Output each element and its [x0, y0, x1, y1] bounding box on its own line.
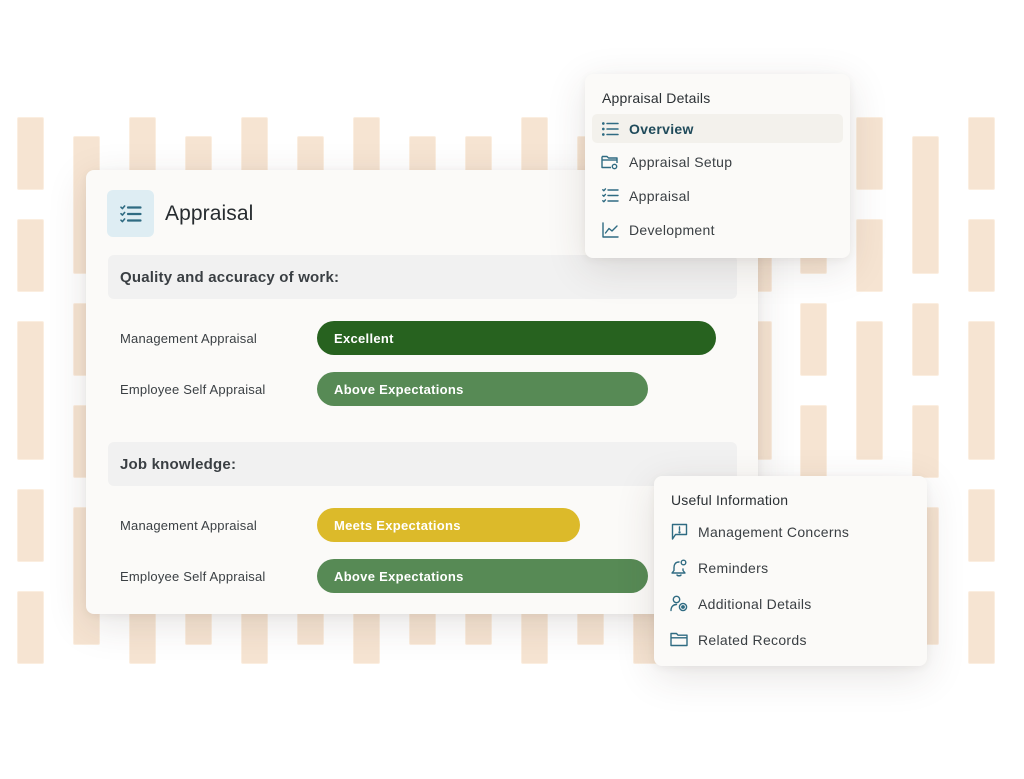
list-icon [601, 120, 619, 138]
background-bar [968, 321, 995, 460]
menu-item-overview[interactable]: Overview [592, 114, 843, 143]
menu-item-reminders[interactable]: Reminders [661, 553, 920, 582]
rating-row: Management Appraisal Meets Expectations [120, 508, 580, 542]
background-bar [17, 219, 44, 292]
rating-label: Employee Self Appraisal [120, 568, 266, 584]
message-alert-icon [670, 523, 688, 541]
checklist-icon [601, 187, 619, 205]
background-bar [800, 303, 827, 376]
background-bar [17, 489, 44, 562]
stage: Appraisal Quality and accuracy of work: … [0, 0, 1024, 779]
rating-value: Above Expectations [334, 381, 464, 397]
background-bar [856, 117, 883, 190]
menu-item-label: Overview [629, 120, 694, 137]
menu-item-label: Appraisal Setup [629, 153, 733, 170]
folder-icon [670, 631, 688, 649]
menu-item-label: Management Concerns [698, 523, 850, 540]
menu-item-label: Appraisal [629, 187, 691, 204]
section-heading-quality: Quality and accuracy of work: [108, 255, 737, 299]
rating-value: Excellent [334, 330, 394, 346]
menu-title: Useful Information [671, 492, 789, 508]
menu-item-appraisal-setup[interactable]: Appraisal Setup [592, 147, 843, 176]
menu-item-appraisal[interactable]: Appraisal [592, 181, 843, 210]
background-bar [856, 321, 883, 460]
background-bar [968, 117, 995, 190]
section-heading-job-knowledge: Job knowledge: [108, 442, 737, 486]
background-bar [856, 219, 883, 292]
menu-title: Appraisal Details [602, 90, 711, 106]
rating-row: Employee Self Appraisal Above Expectatio… [120, 559, 648, 593]
rating-label: Management Appraisal [120, 517, 257, 533]
background-bar [968, 489, 995, 562]
useful-information-menu: Useful Information Management Concerns R… [654, 476, 927, 666]
background-bar [968, 219, 995, 292]
rating-bar: Meets Expectations [317, 508, 580, 542]
menu-item-label: Reminders [698, 559, 769, 576]
background-bar [800, 405, 827, 478]
rating-row: Employee Self Appraisal Above Expectatio… [120, 372, 648, 406]
menu-item-related-records[interactable]: Related Records [661, 625, 920, 654]
rating-bar: Excellent [317, 321, 716, 355]
line-chart-icon [601, 221, 619, 239]
folder-settings-icon [601, 153, 619, 171]
menu-item-label: Related Records [698, 631, 807, 648]
background-bar [17, 117, 44, 190]
background-bar [912, 405, 939, 478]
rating-label: Management Appraisal [120, 330, 257, 346]
bell-icon [670, 559, 688, 577]
menu-item-management-concerns[interactable]: Management Concerns [661, 517, 920, 546]
rating-value: Meets Expectations [334, 517, 461, 533]
background-bar [968, 591, 995, 664]
rating-bar: Above Expectations [317, 372, 648, 406]
card-header: Appraisal [107, 190, 253, 237]
background-bar [912, 136, 939, 274]
rating-bar: Above Expectations [317, 559, 648, 593]
menu-item-label: Development [629, 221, 715, 238]
rating-label: Employee Self Appraisal [120, 381, 266, 397]
menu-item-development[interactable]: Development [592, 215, 843, 244]
menu-item-additional-details[interactable]: Additional Details [661, 589, 920, 618]
appraisal-details-menu: Appraisal Details Overview Appraisal Set… [585, 74, 850, 258]
background-bar [17, 321, 44, 460]
card-title: Appraisal [165, 201, 254, 225]
menu-item-label: Additional Details [698, 595, 812, 612]
rating-row: Management Appraisal Excellent [120, 321, 716, 355]
rating-value: Above Expectations [334, 568, 464, 584]
user-settings-icon [670, 595, 688, 613]
checklist-icon [107, 190, 154, 237]
background-bar [17, 591, 44, 664]
background-bar [912, 303, 939, 376]
